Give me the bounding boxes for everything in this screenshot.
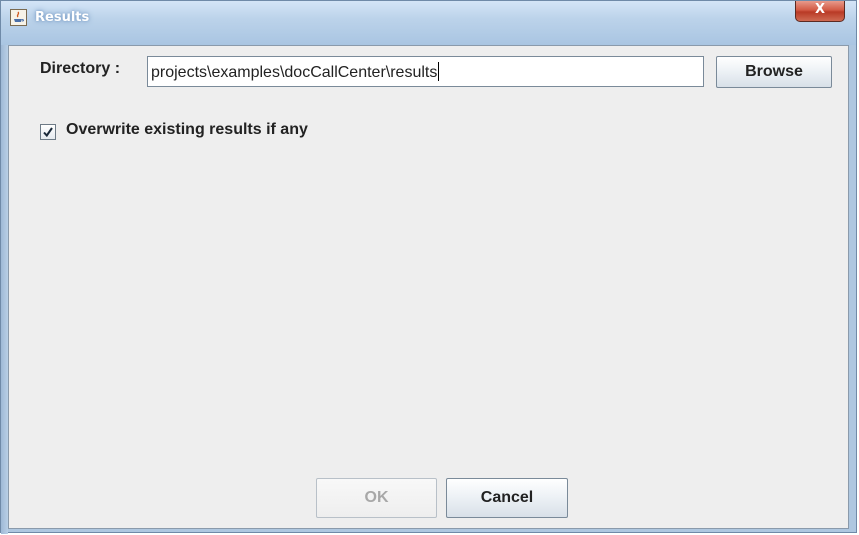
close-button[interactable]: X (795, 1, 845, 22)
browse-button[interactable]: Browse (716, 56, 832, 88)
check-icon (43, 127, 53, 138)
overwrite-label: Overwrite existing results if any (66, 121, 308, 138)
window-frame (1, 45, 8, 534)
results-dialog: Results X Directory : projects\examples\… (0, 0, 857, 534)
close-icon: X (814, 2, 826, 17)
overwrite-checkbox[interactable] (40, 124, 56, 140)
directory-input[interactable]: projects\examples\docCallCenter\results (147, 56, 704, 87)
directory-value: projects\examples\docCallCenter\results (151, 64, 438, 81)
text-caret (438, 62, 440, 81)
window-title: Results (35, 10, 90, 25)
directory-label: Directory : (40, 60, 121, 77)
cancel-button[interactable]: Cancel (446, 478, 568, 518)
dialog-content: Directory : projects\examples\docCallCen… (8, 45, 849, 529)
java-app-icon (10, 9, 27, 26)
ok-button[interactable]: OK (316, 478, 437, 518)
title-bar[interactable]: Results X (1, 1, 856, 45)
